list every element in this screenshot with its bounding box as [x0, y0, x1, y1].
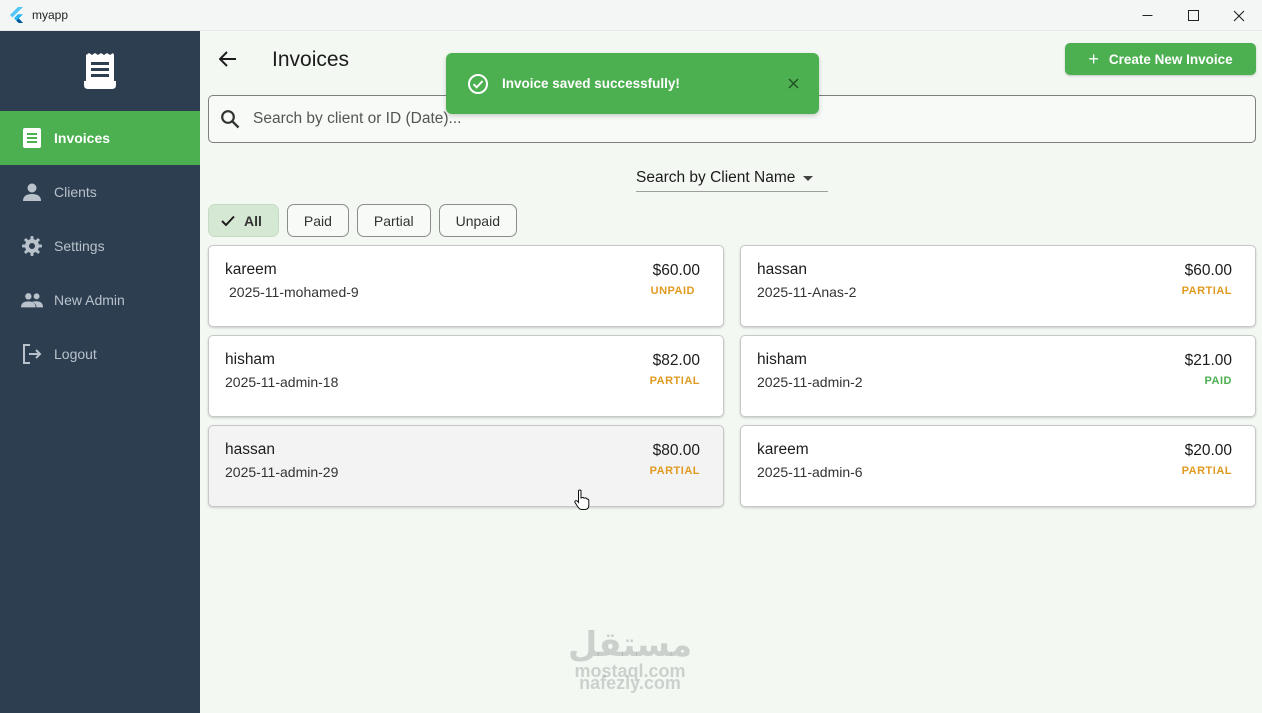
invoice-id: 2025-11-admin-6: [757, 464, 863, 480]
invoice-id: 2025-11-admin-2: [757, 374, 863, 390]
filter-chip-label: All: [244, 212, 262, 229]
invoice-amount: $60.00: [1184, 262, 1232, 279]
invoice-id: 2025-11-Anas-2: [757, 284, 857, 300]
person-icon: [21, 181, 43, 203]
invoice-status-badge: PARTIAL: [649, 465, 700, 477]
filter-chip-label: Unpaid: [455, 212, 500, 229]
filter-chip-unpaid[interactable]: Unpaid: [438, 204, 517, 237]
close-window-icon[interactable]: [1216, 0, 1262, 31]
sidebar-item-label: Settings: [54, 238, 105, 254]
invoice-client: hassan: [757, 261, 807, 278]
receipt-icon: [21, 127, 43, 149]
gear-icon: [21, 235, 43, 257]
flutter-logo-icon: [8, 6, 26, 24]
search-mode-value: Search by Client Name: [636, 169, 796, 186]
filter-chip-partial[interactable]: Partial: [356, 204, 431, 237]
invoice-status-badge: PARTIAL: [649, 375, 700, 387]
invoice-status-badge: UNPAID: [650, 285, 695, 297]
invoice-status-badge: PARTIAL: [1181, 285, 1232, 297]
invoice-card[interactable]: hassan 2025-11-Anas-2 $60.00 PARTIAL: [740, 245, 1256, 327]
invoice-amount: $20.00: [1184, 442, 1232, 459]
invoice-id: 2025-11-admin-29: [225, 464, 339, 480]
sidebar-item-label: Logout: [54, 346, 97, 362]
maximize-icon[interactable]: [1170, 0, 1216, 31]
main-content: Invoices + Create New Invoice Search by …: [200, 31, 1262, 713]
back-arrow-icon[interactable]: [216, 47, 240, 71]
sidebar: Invoices Clients Settings New Admin Logo…: [0, 31, 200, 713]
toast-message: Invoice saved successfully!: [502, 76, 680, 91]
invoice-card[interactable]: kareem 2025-11-admin-6 $20.00 PARTIAL: [740, 425, 1256, 507]
search-icon: [219, 108, 241, 130]
sidebar-item-label: New Admin: [54, 292, 125, 308]
sidebar-item-label: Clients: [54, 184, 97, 200]
success-toast: Invoice saved successfully!: [446, 53, 819, 114]
sidebar-item-logout[interactable]: Logout: [0, 327, 200, 381]
invoice-amount: $21.00: [1184, 352, 1232, 369]
sidebar-item-new-admin[interactable]: New Admin: [0, 273, 200, 327]
invoice-id: 2025-11-admin-18: [225, 374, 339, 390]
invoice-id: 2025-11-mohamed-9: [229, 284, 359, 300]
sidebar-item-invoices[interactable]: Invoices: [0, 111, 200, 165]
check-icon: [221, 214, 235, 228]
minimize-icon[interactable]: [1124, 0, 1170, 31]
invoice-amount: $82.00: [652, 352, 700, 369]
invoice-client: hisham: [757, 351, 807, 368]
invoice-card[interactable]: hassan 2025-11-admin-29 $80.00 PARTIAL: [208, 425, 724, 507]
sidebar-item-clients[interactable]: Clients: [0, 165, 200, 219]
close-icon[interactable]: [785, 75, 801, 91]
watermark-line2: nafezly.com: [579, 673, 681, 693]
plus-icon: +: [1088, 49, 1099, 69]
invoice-client: hisham: [225, 351, 275, 368]
people-icon: [21, 289, 43, 311]
invoice-amount: $80.00: [652, 442, 700, 459]
logout-icon: [21, 343, 43, 365]
search-mode-dropdown[interactable]: Search by Client Name: [636, 165, 828, 192]
filter-chip-paid[interactable]: Paid: [286, 204, 349, 237]
sidebar-item-settings[interactable]: Settings: [0, 219, 200, 273]
invoice-client: hassan: [225, 441, 275, 458]
status-filter-chips: All Paid Partial Unpaid: [208, 204, 517, 237]
sidebar-item-label: Invoices: [54, 130, 111, 146]
invoice-status-badge: PAID: [1204, 375, 1232, 387]
create-invoice-label: Create New Invoice: [1108, 51, 1233, 67]
hand-cursor-icon: [574, 489, 590, 511]
receipt-logo-icon: [84, 53, 116, 89]
invoice-card[interactable]: hisham 2025-11-admin-18 $82.00 PARTIAL: [208, 335, 724, 417]
invoice-client: kareem: [757, 441, 809, 458]
window-titlebar: myapp: [0, 0, 1262, 31]
invoice-status-badge: PARTIAL: [1181, 465, 1232, 477]
filter-chip-label: Paid: [303, 212, 332, 229]
window-title: myapp: [32, 8, 69, 22]
watermark-arabic: مستقل: [567, 625, 693, 665]
invoice-card[interactable]: hisham 2025-11-admin-2 $21.00 PAID: [740, 335, 1256, 417]
create-invoice-button[interactable]: + Create New Invoice: [1065, 43, 1256, 75]
caret-down-icon: [803, 175, 814, 181]
page-title: Invoices: [272, 48, 350, 71]
filter-chip-label: Partial: [373, 212, 414, 229]
invoice-client: kareem: [225, 261, 277, 278]
check-circle-icon: [467, 73, 489, 95]
watermark: مستقل mostaql.com nafezly.com: [520, 628, 740, 692]
invoice-card[interactable]: kareem 2025-11-mohamed-9 $60.00 UNPAID: [208, 245, 724, 327]
filter-chip-all[interactable]: All: [208, 204, 279, 237]
invoice-amount: $60.00: [652, 262, 700, 279]
